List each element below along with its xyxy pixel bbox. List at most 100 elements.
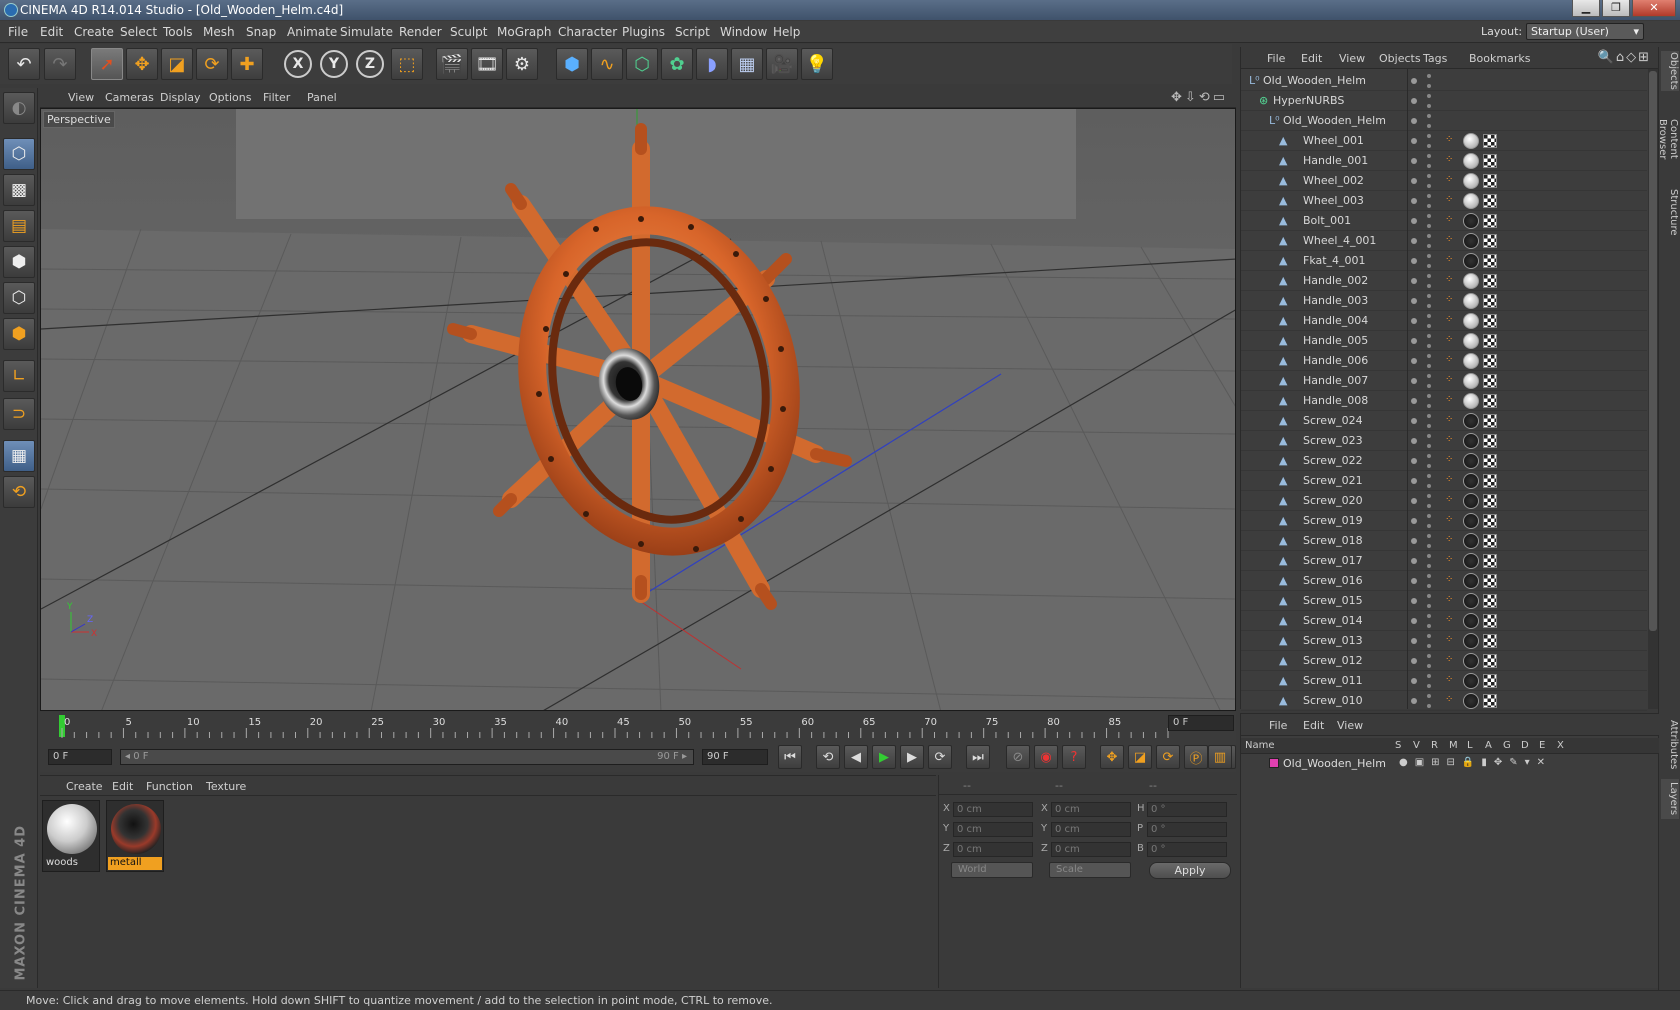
coordinate-system-icon[interactable]: ⬚ xyxy=(391,48,423,80)
render-visibility-dot[interactable] xyxy=(1427,474,1431,488)
object-row[interactable]: ▲ Handle_002 ⁘ xyxy=(1241,271,1647,291)
z-axis-lock-icon[interactable]: Z xyxy=(356,50,384,78)
menu-animate[interactable]: Animate xyxy=(287,25,337,39)
render-settings-icon[interactable]: ⚙ xyxy=(506,48,538,80)
next-frame-icon[interactable]: ▶ xyxy=(900,745,924,769)
goto-start-icon[interactable]: ⏮ xyxy=(778,745,802,769)
object-row[interactable]: ▲ Handle_005 ⁘ xyxy=(1241,331,1647,351)
menu-render[interactable]: Render xyxy=(399,25,442,39)
coord-field[interactable]: 0 cm xyxy=(1051,802,1131,817)
editor-visibility-dot[interactable] xyxy=(1411,578,1417,584)
editor-visibility-dot[interactable] xyxy=(1411,178,1417,184)
material-tag-icon[interactable] xyxy=(1463,493,1479,509)
object-row[interactable]: ▲ Screw_019 ⁘ xyxy=(1241,511,1647,531)
editor-visibility-dot[interactable] xyxy=(1411,138,1417,144)
layer-menu-edit[interactable]: Edit xyxy=(1303,719,1324,732)
object-name[interactable]: Handle_007 xyxy=(1303,374,1368,387)
render-visibility-dot[interactable] xyxy=(1427,334,1431,348)
layer-column-x[interactable]: X xyxy=(1557,740,1564,751)
phong-tag-icon[interactable]: ⁘ xyxy=(1445,374,1459,388)
model-mode-icon[interactable]: ⬡ xyxy=(3,138,35,170)
uvw-tag-icon[interactable] xyxy=(1483,434,1497,448)
workplane-lock-icon[interactable]: ▦ xyxy=(3,440,35,472)
editor-visibility-dot[interactable] xyxy=(1411,398,1417,404)
object-row[interactable]: ▲ Screw_014 ⁘ xyxy=(1241,611,1647,631)
viewport-perspective[interactable]: Y Z X Perspective xyxy=(40,108,1236,711)
material-tag-icon[interactable] xyxy=(1463,593,1479,609)
object-name[interactable]: Wheel_003 xyxy=(1303,194,1364,207)
workplane-mode-icon[interactable]: ▤ xyxy=(3,210,35,242)
editor-visibility-dot[interactable] xyxy=(1411,478,1417,484)
render-visibility-dot[interactable] xyxy=(1427,314,1431,328)
coord-field[interactable]: 0 ° xyxy=(1147,822,1227,837)
viewport-menu-view[interactable]: View xyxy=(68,91,94,104)
frame-range-slider[interactable]: ◂ 0 F 90 F ▸ xyxy=(120,749,694,765)
editor-visibility-dot[interactable] xyxy=(1411,198,1417,204)
phong-tag-icon[interactable]: ⁘ xyxy=(1445,554,1459,568)
axis-mode-icon[interactable]: ∟ xyxy=(3,360,35,392)
phong-tag-icon[interactable]: ⁘ xyxy=(1445,254,1459,268)
material-tag-icon[interactable] xyxy=(1463,573,1479,589)
phong-tag-icon[interactable]: ⁘ xyxy=(1445,654,1459,668)
object-name[interactable]: Handle_001 xyxy=(1303,154,1368,167)
quantize-icon[interactable]: ⟲ xyxy=(3,476,35,508)
render-visibility-dot[interactable] xyxy=(1427,414,1431,428)
phong-tag-icon[interactable]: ⁘ xyxy=(1445,314,1459,328)
object-menu-objects[interactable]: Objects xyxy=(1379,52,1421,65)
editor-visibility-dot[interactable] xyxy=(1411,218,1417,224)
render-visibility-dot[interactable] xyxy=(1427,134,1431,148)
phong-tag-icon[interactable]: ⁘ xyxy=(1445,414,1459,428)
editor-visibility-dot[interactable] xyxy=(1411,678,1417,684)
render-visibility-dot[interactable] xyxy=(1427,114,1431,128)
object-name[interactable]: Screw_023 xyxy=(1303,434,1363,447)
object-name[interactable]: Wheel_002 xyxy=(1303,174,1364,187)
uvw-tag-icon[interactable] xyxy=(1483,174,1497,188)
layer-column-r[interactable]: R xyxy=(1431,740,1438,751)
object-name[interactable]: Screw_018 xyxy=(1303,534,1363,547)
object-name[interactable]: Screw_012 xyxy=(1303,654,1363,667)
material-tag-icon[interactable] xyxy=(1463,313,1479,329)
object-name[interactable]: HyperNURBS xyxy=(1273,94,1344,107)
object-row[interactable]: ▲ Screw_011 ⁘ xyxy=(1241,671,1647,691)
render-visibility-dot[interactable] xyxy=(1427,234,1431,248)
uvw-tag-icon[interactable] xyxy=(1483,214,1497,228)
render-visibility-dot[interactable] xyxy=(1427,574,1431,588)
uvw-tag-icon[interactable] xyxy=(1483,394,1497,408)
menu-tools[interactable]: Tools xyxy=(163,25,193,39)
uvw-tag-icon[interactable] xyxy=(1483,514,1497,528)
editor-visibility-dot[interactable] xyxy=(1411,538,1417,544)
object-row[interactable]: ▲ Screw_020 ⁘ xyxy=(1241,491,1647,511)
object-name[interactable]: Handle_003 xyxy=(1303,294,1368,307)
make-editable-icon[interactable]: ◐ xyxy=(3,92,35,124)
render-visibility-dot[interactable] xyxy=(1427,514,1431,528)
editor-visibility-dot[interactable] xyxy=(1411,498,1417,504)
object-row[interactable]: L⁰ Old_Wooden_Helm xyxy=(1241,71,1647,91)
uvw-tag-icon[interactable] xyxy=(1483,254,1497,268)
editor-visibility-dot[interactable] xyxy=(1411,318,1417,324)
material-tag-icon[interactable] xyxy=(1463,633,1479,649)
array-icon[interactable]: ✿ xyxy=(661,48,693,80)
coord-field[interactable]: 0 cm xyxy=(953,822,1033,837)
object-row[interactable]: ▲ Handle_004 ⁘ xyxy=(1241,311,1647,331)
live-add-icon[interactable]: ✚ xyxy=(231,48,263,80)
object-name[interactable]: Old_Wooden_Helm xyxy=(1283,114,1386,127)
material-menu-texture[interactable]: Texture xyxy=(206,780,246,793)
object-row[interactable]: ▲ Screw_022 ⁘ xyxy=(1241,451,1647,471)
object-manager-tool-icons[interactable]: 🔍⌂◇⊞ xyxy=(1598,50,1651,65)
scale-tool-icon[interactable]: ◪ xyxy=(161,48,193,80)
editor-visibility-dot[interactable] xyxy=(1411,258,1417,264)
uvw-tag-icon[interactable] xyxy=(1483,474,1497,488)
uvw-tag-icon[interactable] xyxy=(1483,334,1497,348)
material-metall[interactable]: metall xyxy=(106,800,164,872)
render-visibility-dot[interactable] xyxy=(1427,174,1431,188)
material-tag-icon[interactable] xyxy=(1463,253,1479,269)
y-axis-lock-icon[interactable]: Y xyxy=(320,50,348,78)
editor-visibility-dot[interactable] xyxy=(1411,438,1417,444)
object-row[interactable]: ▲ Screw_012 ⁘ xyxy=(1241,651,1647,671)
object-row[interactable]: ▲ Fkat_4_001 ⁘ xyxy=(1241,251,1647,271)
editor-visibility-dot[interactable] xyxy=(1411,658,1417,664)
material-tag-icon[interactable] xyxy=(1463,673,1479,689)
phong-tag-icon[interactable]: ⁘ xyxy=(1445,614,1459,628)
uvw-tag-icon[interactable] xyxy=(1483,694,1497,708)
menu-simulate[interactable]: Simulate xyxy=(340,25,393,39)
